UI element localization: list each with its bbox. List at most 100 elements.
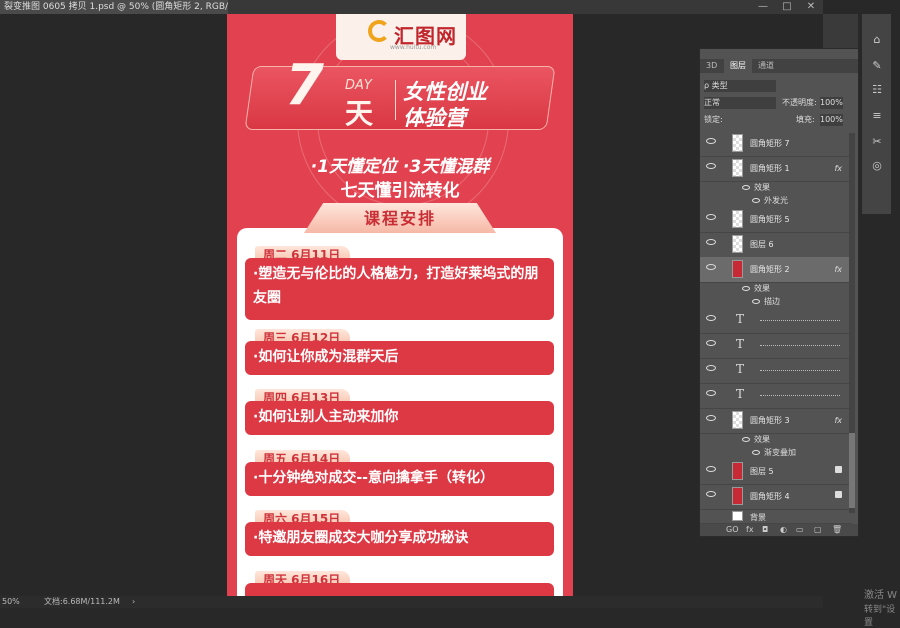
effects-row[interactable]: 效果	[742, 181, 770, 194]
layer-thumbnail	[732, 159, 743, 177]
right-tool-column: ⌂ ✎ ☷ ≡ ✂ ◎	[862, 14, 891, 214]
activation-watermark: 激活 W	[864, 590, 898, 601]
layer-row-selected[interactable]: 圆角矩形 2 fx	[700, 257, 852, 283]
text-layer-row[interactable]: T	[700, 358, 852, 384]
link-layers-icon[interactable]: GO	[726, 524, 739, 536]
mask-icon[interactable]: ◘	[762, 524, 768, 536]
visibility-eye-icon[interactable]	[706, 390, 716, 396]
fill-label: 填充:	[796, 115, 815, 124]
session-card: ·塑造无与伦比的人格魅力，打造好莱坞式的朋友圈	[245, 258, 554, 320]
visibility-eye-icon[interactable]	[706, 214, 716, 220]
logo-card: 汇图网 www.huitu.com	[336, 14, 466, 60]
layer-name: 圆角矩形 1	[750, 164, 790, 173]
text-layer-icon: T	[736, 312, 745, 326]
fill-field[interactable]: 100%	[820, 114, 843, 126]
swirl-icon[interactable]: ◎	[870, 160, 884, 172]
fx-icon[interactable]: fx	[834, 156, 842, 181]
adjust-icon[interactable]: ☷	[870, 84, 884, 96]
status-menu-arrow[interactable]: ›	[132, 596, 135, 608]
document-tab[interactable]: 裂变推图 0605 拷贝 1.psd @ 50% (圆角矩形 2, RGB/8#…	[0, 0, 228, 14]
layer-name: 圆角矩形 3	[750, 416, 790, 425]
logo-url: www.huitu.com	[390, 44, 437, 51]
title-line-2: 体验营	[403, 106, 466, 130]
opacity-field[interactable]: 100%	[820, 97, 843, 109]
layer-row[interactable]: 圆角矩形 1 fx	[700, 156, 852, 182]
panel-dock	[823, 14, 858, 49]
new-layer-icon[interactable]: ▢	[814, 524, 822, 536]
visibility-eye-icon[interactable]	[706, 491, 716, 497]
text-layer-row[interactable]: T	[700, 308, 852, 334]
close-icon[interactable]: ✕	[799, 0, 823, 14]
fx-icon[interactable]: fx	[834, 408, 842, 433]
layer-name: 图层 5	[750, 467, 774, 476]
logo-mark-icon	[368, 20, 390, 42]
sliders-icon[interactable]: ≡	[870, 110, 884, 122]
layer-name-placeholder	[760, 345, 840, 346]
layers-footer: GO fx ◘ ◐ ▭ ▢ 🗑	[700, 524, 858, 536]
layer-row[interactable]: 背景	[700, 509, 852, 524]
effects-row[interactable]: 效果	[742, 433, 770, 446]
layer-name: 图层 6	[750, 240, 774, 249]
visibility-eye-icon[interactable]	[706, 340, 716, 346]
fx-icon[interactable]: fx	[834, 257, 842, 282]
maximize-icon[interactable]: □	[775, 0, 799, 14]
layer-thumbnail	[732, 487, 743, 505]
title-day: DAY	[345, 78, 372, 93]
layer-thumbnail	[732, 462, 743, 480]
title-tian: 天	[345, 97, 374, 130]
layer-name-placeholder	[760, 370, 840, 371]
layer-name: 圆角矩形 4	[750, 492, 790, 501]
visibility-eye-icon[interactable]	[706, 239, 716, 245]
adjustment-icon[interactable]: ◐	[780, 524, 787, 536]
visibility-eye-icon[interactable]	[706, 365, 716, 371]
lock-icon	[835, 466, 842, 473]
text-layer-icon: T	[736, 387, 745, 401]
visibility-eye-icon[interactable]	[706, 315, 716, 321]
session-card: ·十分钟绝对成交--意向擒拿手（转化）	[245, 462, 554, 496]
zoom-level[interactable]: 50%	[2, 596, 20, 608]
visibility-eye-icon[interactable]	[706, 264, 716, 270]
visibility-eye-icon[interactable]	[706, 138, 716, 144]
lock-icon	[835, 491, 842, 498]
visibility-eye-icon[interactable]	[706, 415, 716, 421]
schedule-banner: 课程安排	[304, 203, 496, 233]
tab-3d[interactable]: 3D	[700, 59, 723, 73]
layer-filter[interactable]: ρ 类型	[704, 80, 776, 92]
blend-mode-select[interactable]: 正常	[704, 97, 776, 109]
tools-icon[interactable]: ✂	[870, 136, 884, 148]
layer-row[interactable]: 图层 6	[700, 232, 852, 258]
history-icon[interactable]: ⌂	[870, 34, 884, 46]
subtitle-2: 七天懂引流转化	[340, 181, 460, 201]
doc-size: 文档:6.68M/111.2M	[44, 597, 120, 606]
layers-panel: 3D 图层 通道 ρ 类型 正常 不透明度: 100% 锁定: 填充: 100%…	[699, 48, 859, 537]
tab-channels[interactable]: 通道	[752, 59, 780, 73]
layer-row[interactable]: 圆角矩形 7	[700, 131, 852, 157]
session-card: ·如何让别人主动来加你	[245, 401, 554, 435]
folder-icon[interactable]: ▭	[796, 524, 804, 536]
layer-row[interactable]: 圆角矩形 4	[700, 484, 852, 510]
trash-icon[interactable]: 🗑	[832, 524, 842, 536]
text-layer-row[interactable]: T	[700, 333, 852, 359]
visibility-eye-icon[interactable]	[706, 163, 716, 169]
layers-scrollbar[interactable]	[849, 133, 855, 513]
layer-thumbnail	[732, 134, 743, 152]
visibility-eye-icon[interactable]	[706, 466, 716, 472]
tab-layers[interactable]: 图层	[724, 59, 752, 73]
fx-menu-icon[interactable]: fx	[746, 524, 754, 536]
text-layer-row[interactable]: T	[700, 383, 852, 409]
text-layer-icon: T	[736, 337, 745, 351]
layer-row[interactable]: 圆角矩形 3 fx	[700, 408, 852, 434]
effects-row[interactable]: 效果	[742, 282, 770, 295]
effect-item[interactable]: 渐变叠加	[752, 446, 796, 459]
effect-item[interactable]: 外发光	[752, 194, 788, 207]
layer-row[interactable]: 图层 5	[700, 459, 852, 485]
document-canvas[interactable]: 汇图网 www.huitu.com 7 DAY 天 女性创业 体验营 ·1天懂定…	[227, 14, 573, 596]
layer-row[interactable]: 圆角矩形 5	[700, 207, 852, 233]
lock-label: 锁定:	[704, 115, 723, 124]
layer-thumbnail	[732, 235, 743, 253]
brush-icon[interactable]: ✎	[870, 60, 884, 72]
layer-name-placeholder	[760, 320, 840, 321]
session-card: ·如何让你成为混群天后	[245, 341, 554, 375]
effect-item[interactable]: 描边	[752, 295, 780, 308]
minimize-icon[interactable]: —	[751, 0, 775, 14]
